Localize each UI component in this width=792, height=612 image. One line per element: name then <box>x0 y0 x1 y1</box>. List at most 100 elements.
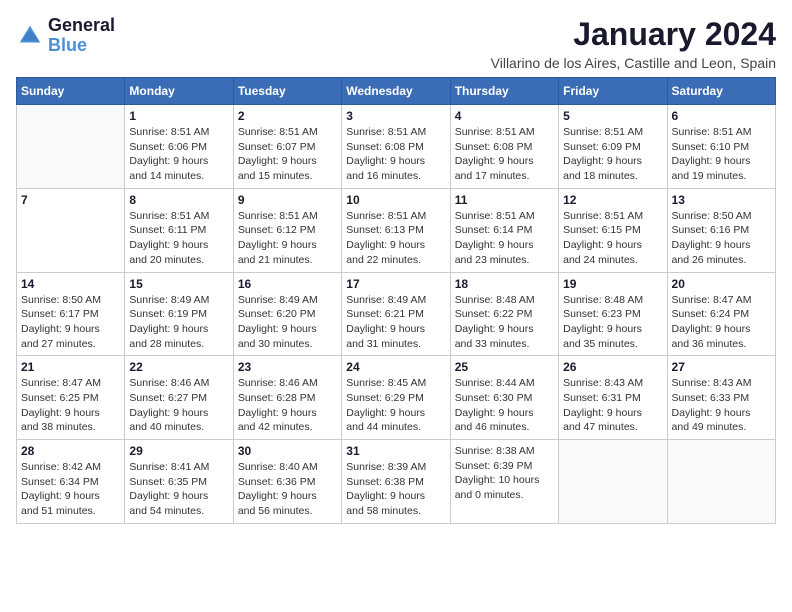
day-number: 31 <box>346 444 445 458</box>
day-number: 28 <box>21 444 120 458</box>
day-number: 11 <box>455 193 554 207</box>
page-header: General Blue January 2024 Villarino de l… <box>16 16 776 71</box>
calendar-week-2: 78 Sunrise: 8:51 AM Sunset: 6:11 PM Dayli… <box>17 188 776 272</box>
day-info: Sunrise: 8:51 AM Sunset: 6:08 PM Dayligh… <box>455 125 554 184</box>
day-number: 18 <box>455 277 554 291</box>
calendar-cell <box>667 440 775 524</box>
header-friday: Friday <box>559 78 667 105</box>
day-number: 20 <box>672 277 771 291</box>
day-info: Sunrise: 8:43 AM Sunset: 6:31 PM Dayligh… <box>563 376 662 435</box>
location: Villarino de los Aires, Castille and Leo… <box>491 55 776 71</box>
day-number: 6 <box>672 109 771 123</box>
day-number: 27 <box>672 360 771 374</box>
day-number: 26 <box>563 360 662 374</box>
calendar-cell: 20 Sunrise: 8:47 AM Sunset: 6:24 PM Dayli… <box>667 272 775 356</box>
calendar-cell: 17 Sunrise: 8:49 AM Sunset: 6:21 PM Dayli… <box>342 272 450 356</box>
day-info: Sunrise: 8:51 AM Sunset: 6:06 PM Dayligh… <box>129 125 228 184</box>
day-number: 29 <box>129 444 228 458</box>
day-info: Sunrise: 8:39 AM Sunset: 6:38 PM Dayligh… <box>346 460 445 519</box>
calendar-cell: 1 Sunrise: 8:51 AM Sunset: 6:06 PM Daylig… <box>125 105 233 189</box>
day-info: Sunrise: 8:40 AM Sunset: 6:36 PM Dayligh… <box>238 460 337 519</box>
calendar-cell: 19 Sunrise: 8:48 AM Sunset: 6:23 PM Dayli… <box>559 272 667 356</box>
logo-text: General Blue <box>48 16 115 56</box>
calendar-cell <box>559 440 667 524</box>
day-info: Sunrise: 8:49 AM Sunset: 6:21 PM Dayligh… <box>346 293 445 352</box>
day-info: Sunrise: 8:46 AM Sunset: 6:27 PM Dayligh… <box>129 376 228 435</box>
calendar-week-4: 21 Sunrise: 8:47 AM Sunset: 6:25 PM Dayli… <box>17 356 776 440</box>
day-number: 21 <box>21 360 120 374</box>
day-number: 25 <box>455 360 554 374</box>
day-info: Sunrise: 8:51 AM Sunset: 6:08 PM Dayligh… <box>346 125 445 184</box>
calendar-cell: 30 Sunrise: 8:40 AM Sunset: 6:36 PM Dayli… <box>233 440 341 524</box>
day-number: 9 <box>238 193 337 207</box>
calendar-cell: 22 Sunrise: 8:46 AM Sunset: 6:27 PM Dayli… <box>125 356 233 440</box>
day-info: Sunrise: 8:47 AM Sunset: 6:24 PM Dayligh… <box>672 293 771 352</box>
title-section: January 2024 Villarino de los Aires, Cas… <box>491 16 776 71</box>
header-wednesday: Wednesday <box>342 78 450 105</box>
calendar-cell: 23Sunrise: 8:46 AM Sunset: 6:28 PM Dayli… <box>233 356 341 440</box>
day-number: 10 <box>346 193 445 207</box>
day-info: Sunrise: 8:50 AM Sunset: 6:16 PM Dayligh… <box>672 209 771 268</box>
calendar-week-5: 28Sunrise: 8:42 AM Sunset: 6:34 PM Dayli… <box>17 440 776 524</box>
day-number: 30 <box>238 444 337 458</box>
day-number: 7 <box>21 193 120 207</box>
logo-icon <box>16 22 44 50</box>
calendar-cell: 9 Sunrise: 8:51 AM Sunset: 6:12 PM Daylig… <box>233 188 341 272</box>
day-number: 5 <box>563 109 662 123</box>
day-info: Sunrise: 8:51 AM Sunset: 6:10 PM Dayligh… <box>672 125 771 184</box>
day-number: 8 <box>129 193 228 207</box>
day-number: 19 <box>563 277 662 291</box>
day-info: Sunrise: 8:45 AM Sunset: 6:29 PM Dayligh… <box>346 376 445 435</box>
calendar-table: SundayMondayTuesdayWednesdayThursdayFrid… <box>16 77 776 524</box>
month-title: January 2024 <box>491 16 776 53</box>
day-number: 24 <box>346 360 445 374</box>
calendar-cell: 10 Sunrise: 8:51 AM Sunset: 6:13 PM Dayli… <box>342 188 450 272</box>
day-number: 13 <box>672 193 771 207</box>
calendar-cell: 5 Sunrise: 8:51 AM Sunset: 6:09 PM Daylig… <box>559 105 667 189</box>
day-info: Sunrise: 8:43 AM Sunset: 6:33 PM Dayligh… <box>672 376 771 435</box>
day-info: Sunrise: 8:49 AM Sunset: 6:19 PM Dayligh… <box>129 293 228 352</box>
calendar-cell: 8 Sunrise: 8:51 AM Sunset: 6:11 PM Daylig… <box>125 188 233 272</box>
day-info: Sunrise: 8:51 AM Sunset: 6:11 PM Dayligh… <box>129 209 228 268</box>
day-number: 17 <box>346 277 445 291</box>
calendar-cell: 12 Sunrise: 8:51 AM Sunset: 6:15 PM Dayli… <box>559 188 667 272</box>
day-number: 12 <box>563 193 662 207</box>
calendar-cell: 13 Sunrise: 8:50 AM Sunset: 6:16 PM Dayli… <box>667 188 775 272</box>
header-monday: Monday <box>125 78 233 105</box>
calendar-cell: 18 Sunrise: 8:48 AM Sunset: 6:22 PM Dayli… <box>450 272 558 356</box>
calendar-cell: 26 Sunrise: 8:43 AM Sunset: 6:31 PM Dayli… <box>559 356 667 440</box>
day-info: Sunrise: 8:48 AM Sunset: 6:23 PM Dayligh… <box>563 293 662 352</box>
logo: General Blue <box>16 16 115 56</box>
calendar-cell: 21 Sunrise: 8:47 AM Sunset: 6:25 PM Dayli… <box>17 356 125 440</box>
calendar-cell: 29 Sunrise: 8:41 AM Sunset: 6:35 PM Dayli… <box>125 440 233 524</box>
calendar-cell: 3Sunrise: 8:51 AM Sunset: 6:08 PM Daylig… <box>342 105 450 189</box>
calendar-cell: 15 Sunrise: 8:49 AM Sunset: 6:19 PM Dayli… <box>125 272 233 356</box>
day-info: Sunrise: 8:41 AM Sunset: 6:35 PM Dayligh… <box>129 460 228 519</box>
calendar-cell: 4 Sunrise: 8:51 AM Sunset: 6:08 PM Daylig… <box>450 105 558 189</box>
day-info: Sunrise: 8:51 AM Sunset: 6:09 PM Dayligh… <box>563 125 662 184</box>
day-info: Sunrise: 8:51 AM Sunset: 6:13 PM Dayligh… <box>346 209 445 268</box>
calendar-cell <box>17 105 125 189</box>
day-info: Sunrise: 8:51 AM Sunset: 6:14 PM Dayligh… <box>455 209 554 268</box>
day-info: Sunrise: 8:51 AM Sunset: 6:07 PM Dayligh… <box>238 125 337 184</box>
day-number: 16 <box>238 277 337 291</box>
day-number: 14 <box>21 277 120 291</box>
day-info: Sunrise: 8:47 AM Sunset: 6:25 PM Dayligh… <box>21 376 120 435</box>
day-info: Sunrise: 8:51 AM Sunset: 6:12 PM Dayligh… <box>238 209 337 268</box>
day-number: 4 <box>455 109 554 123</box>
day-number: 22 <box>129 360 228 374</box>
calendar-cell: 24 Sunrise: 8:45 AM Sunset: 6:29 PM Dayli… <box>342 356 450 440</box>
day-number: 15 <box>129 277 228 291</box>
day-info: Sunrise: 8:49 AM Sunset: 6:20 PM Dayligh… <box>238 293 337 352</box>
calendar-cell: 7 <box>17 188 125 272</box>
calendar-cell: 2 Sunrise: 8:51 AM Sunset: 6:07 PM Daylig… <box>233 105 341 189</box>
day-info: Sunrise: 8:48 AM Sunset: 6:22 PM Dayligh… <box>455 293 554 352</box>
day-info: Sunrise: 8:51 AM Sunset: 6:15 PM Dayligh… <box>563 209 662 268</box>
calendar-week-3: 14Sunrise: 8:50 AM Sunset: 6:17 PM Dayli… <box>17 272 776 356</box>
day-number: 1 <box>129 109 228 123</box>
header-saturday: Saturday <box>667 78 775 105</box>
calendar-cell: 28Sunrise: 8:42 AM Sunset: 6:34 PM Dayli… <box>17 440 125 524</box>
calendar-cell: 31 Sunrise: 8:39 AM Sunset: 6:38 PM Dayli… <box>342 440 450 524</box>
header-sunday: Sunday <box>17 78 125 105</box>
day-number: 2 <box>238 109 337 123</box>
